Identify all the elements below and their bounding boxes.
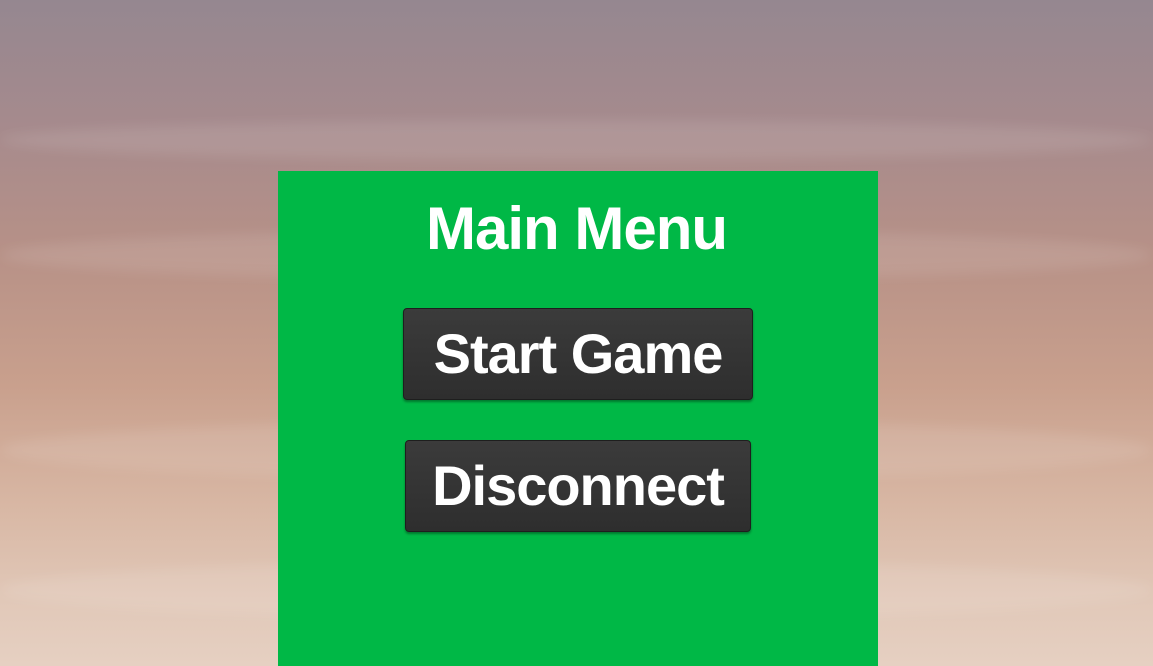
- menu-title: Main Menu: [426, 195, 728, 262]
- disconnect-button[interactable]: Disconnect: [405, 440, 751, 532]
- start-game-button[interactable]: Start Game: [403, 308, 753, 400]
- cloud-streak: [0, 120, 1153, 160]
